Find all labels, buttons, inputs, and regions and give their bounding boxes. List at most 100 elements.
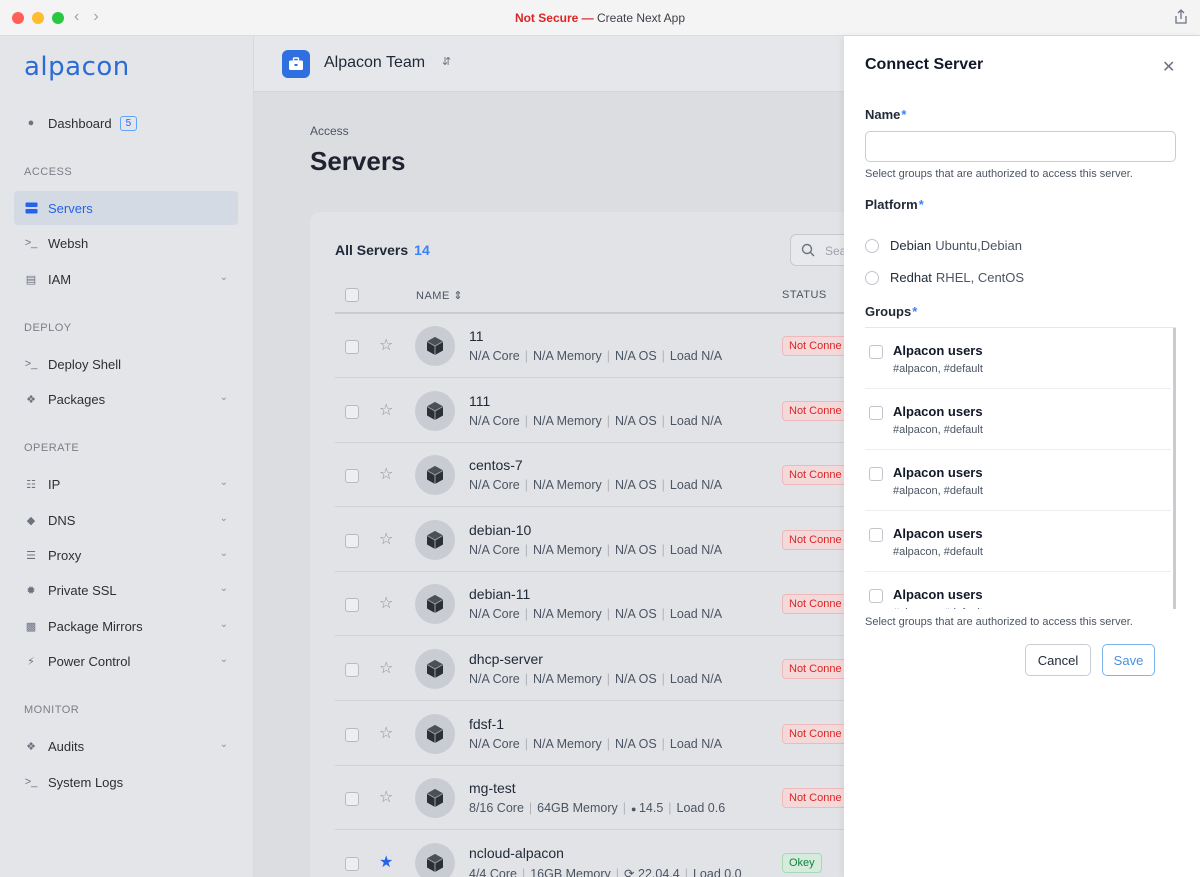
- name-hint: Select groups that are authorized to acc…: [865, 168, 1133, 180]
- mirror-icon: ▩: [25, 620, 37, 633]
- radio-button[interactable]: [865, 270, 879, 285]
- sidebar-item-dns[interactable]: ◆ DNS ⌄: [14, 503, 238, 537]
- favorite-star-icon[interactable]: ☆: [379, 400, 393, 420]
- card-title: All Servers 14: [335, 242, 430, 258]
- sidebar-item-label: IAM: [48, 271, 72, 287]
- sidebar-item-dashboard[interactable]: ● Dashboard 5: [14, 106, 238, 140]
- team-selector[interactable]: Alpacon Team: [324, 54, 425, 72]
- table-row[interactable]: ☆ dhcp-server N/A Core | N/A Memory | N/A OS | L…: [335, 637, 855, 701]
- sidebar-item-ip[interactable]: ☷ IP ⌄: [14, 467, 238, 501]
- favorite-star-icon[interactable]: ☆: [379, 787, 393, 807]
- sidebar-item-deploy-shell[interactable]: >_ Deploy Shell: [14, 347, 238, 381]
- server-name[interactable]: 11: [469, 328, 484, 344]
- table-row[interactable]: ☆ 11 N/A Core | N/A Memory | N/A OS | Load N/A No…: [335, 314, 855, 378]
- sidebar-item-packages[interactable]: ❖ Packages ⌄: [14, 382, 238, 416]
- table-row[interactable]: ☆ debian-11 N/A Core | N/A Memory | N/A OS | Loa…: [335, 572, 855, 637]
- favorite-star-icon[interactable]: ☆: [379, 335, 393, 355]
- save-button[interactable]: Save: [1102, 644, 1155, 676]
- groups-hint: Select groups that are authorized to acc…: [865, 616, 1133, 628]
- row-checkbox[interactable]: [345, 792, 359, 807]
- sidebar-item-label: Websh: [48, 235, 89, 251]
- server-load: Load N/A: [669, 349, 723, 363]
- table-row[interactable]: ☆ fdsf-1 N/A Core | N/A Memory | N/A OS | Load N…: [335, 702, 855, 766]
- share-icon[interactable]: [1174, 9, 1188, 30]
- row-checkbox[interactable]: [345, 727, 359, 742]
- server-name[interactable]: debian-11: [469, 586, 530, 602]
- server-name[interactable]: dhcp-server: [469, 651, 543, 667]
- server-load: Load N/A: [669, 607, 723, 622]
- server-name[interactable]: mg-test: [469, 780, 516, 796]
- table-row[interactable]: ☆ centos-7 N/A Core | N/A Memory | N/A OS | Load…: [335, 443, 855, 508]
- required-mark: *: [918, 197, 924, 212]
- row-checkbox[interactable]: [345, 469, 359, 484]
- group-item[interactable]: Alpacon users #alpacon, #default: [865, 572, 1171, 609]
- favorite-star-icon[interactable]: ☆: [379, 529, 393, 549]
- sidebar-item-package-mirrors[interactable]: ▩ Package Mirrors ⌄: [14, 609, 238, 643]
- sidebar-item-websh[interactable]: >_ Websh: [14, 226, 238, 260]
- select-all-checkbox[interactable]: [345, 288, 359, 302]
- network-icon: ☷: [26, 478, 36, 491]
- favorite-star-icon[interactable]: ☆: [379, 658, 393, 678]
- sidebar-item-label: Packages: [48, 391, 106, 407]
- server-specs: N/A Core | N/A Memory | N/A OS | Load N/A: [469, 349, 723, 363]
- group-item[interactable]: Alpacon users #alpacon, #default: [865, 389, 1171, 450]
- favorite-star-icon[interactable]: ☆: [379, 464, 393, 484]
- row-checkbox[interactable]: [345, 598, 359, 613]
- platform-sub: RHEL, CentOS: [935, 270, 1025, 285]
- table-row[interactable]: ★ ncloud-alpacon 4/4 Core | 16GB Memory | ⟳ 22…: [335, 831, 855, 877]
- groups-label-text: Groups: [865, 304, 912, 319]
- server-name[interactable]: ncloud-alpacon: [469, 845, 564, 861]
- platform-name: Debian: [890, 238, 932, 253]
- group-item[interactable]: Alpacon users #alpacon, #default: [865, 511, 1171, 572]
- sidebar-item-proxy[interactable]: ☰ Proxy ⌄: [14, 538, 238, 572]
- server-name[interactable]: 111: [469, 393, 490, 409]
- chevron-down-icon: ⌄: [219, 513, 228, 524]
- row-checkbox[interactable]: [345, 663, 359, 677]
- row-checkbox[interactable]: [345, 533, 359, 548]
- chevron-down-icon: ⌄: [219, 583, 228, 594]
- sidebar-item-label: Audits: [48, 738, 85, 754]
- favorite-star-icon[interactable]: ☆: [379, 723, 393, 743]
- group-item[interactable]: Alpacon users #alpacon, #default: [865, 328, 1171, 389]
- platform-option-debian[interactable]: Debian Ubuntu,Debian: [865, 238, 1022, 253]
- chevron-down-icon: ⌄: [219, 619, 228, 630]
- groups-scrollbar[interactable]: [1173, 328, 1176, 609]
- name-field[interactable]: [865, 131, 1176, 162]
- table-row[interactable]: ☆ 111 N/A Core | N/A Memory | N/A OS | Load N/A N…: [335, 379, 855, 443]
- close-icon[interactable]: ✕: [1162, 57, 1175, 77]
- page-title-text: Create Next App: [596, 11, 686, 25]
- group-checkbox[interactable]: [869, 589, 883, 603]
- group-checkbox[interactable]: [869, 406, 883, 420]
- chevron-down-icon: ⌄: [219, 272, 228, 283]
- row-checkbox[interactable]: [345, 404, 359, 419]
- breadcrumb[interactable]: Access: [310, 124, 349, 138]
- row-checkbox[interactable]: [345, 340, 359, 354]
- group-checkbox[interactable]: [869, 467, 883, 481]
- server-name[interactable]: centos-7: [469, 457, 523, 473]
- favorite-star-icon[interactable]: ★: [379, 852, 393, 872]
- row-checkbox[interactable]: [345, 856, 359, 871]
- table-row[interactable]: ☆ debian-10 N/A Core | N/A Memory | N/A OS | Loa…: [335, 508, 855, 572]
- sidebar-item-audits[interactable]: ❖ Audits ⌄: [14, 729, 238, 763]
- plug-icon: ⚡: [27, 655, 35, 668]
- alpacon-logo[interactable]: alpacon: [24, 52, 130, 82]
- sidebar-item-iam[interactable]: ▤ IAM ⌄: [14, 262, 238, 296]
- server-name[interactable]: debian-10: [469, 522, 531, 538]
- sidebar-item-system-logs[interactable]: >_ System Logs: [14, 765, 238, 799]
- cancel-button[interactable]: Cancel: [1025, 644, 1091, 676]
- favorite-star-icon[interactable]: ☆: [379, 593, 393, 613]
- group-checkbox[interactable]: [869, 345, 883, 359]
- sort-icon: ⇕: [453, 290, 464, 302]
- sidebar-item-power-control[interactable]: ⚡ Power Control ⌄: [14, 644, 238, 678]
- table-row[interactable]: ☆ mg-test 8/16 Core | 64GB Memory | ● 14.5 | Loa…: [335, 766, 855, 831]
- sidebar-item-servers[interactable]: Servers: [14, 191, 238, 225]
- group-item[interactable]: Alpacon users #alpacon, #default: [865, 450, 1171, 511]
- platform-option-redhat[interactable]: Redhat RHEL, CentOS: [865, 270, 1024, 285]
- chevron-updown-icon[interactable]: ⇵: [442, 55, 451, 68]
- radio-button[interactable]: [865, 238, 879, 253]
- server-specs: N/A Core | N/A Memory | N/A OS | Load N/A: [469, 736, 723, 751]
- column-name[interactable]: NAME ⇕: [416, 289, 463, 302]
- group-checkbox[interactable]: [869, 528, 883, 542]
- server-name[interactable]: fdsf-1: [469, 716, 504, 732]
- sidebar-item-private-ssl[interactable]: ✹ Private SSL ⌄: [14, 573, 238, 607]
